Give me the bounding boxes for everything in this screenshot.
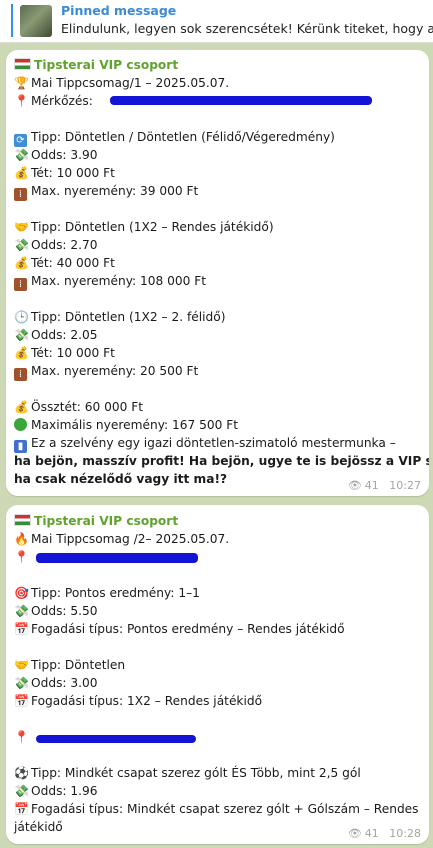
redaction-mark: [36, 553, 198, 563]
eye-icon: 👁: [347, 827, 362, 840]
message-line: 🤝 Tipp: Döntetlen: [14, 658, 126, 672]
message-line: 💰 Tét: 40 000 Ft: [14, 256, 115, 270]
message-meta: 👁 41 10:28: [348, 827, 421, 840]
pin-icon: 📍: [14, 550, 29, 564]
pinned-thumbnail: [20, 5, 52, 37]
money-icon: 💸: [14, 328, 29, 342]
message-meta: 👁 41 10:27: [348, 479, 421, 492]
message-line: 💸 Odds: 5.50: [14, 604, 98, 618]
message-line: 🕒 Tipp: Döntetlen (1X2 – 2. félidő): [14, 310, 226, 324]
calendar-icon: 📅: [14, 694, 29, 708]
message-line: Maximális nyeremény: 167 500 Ft: [14, 416, 423, 434]
message-sender[interactable]: Tipsterai VIP csoport: [14, 56, 423, 74]
message-line: 💰 Tét: 10 000 Ft: [14, 166, 115, 180]
message-line: 💸 Odds: 2.70: [14, 238, 98, 252]
message-line: 🎯 Tipp: Pontos eredmény: 1–1: [14, 586, 200, 600]
message-line: 💰 Össztét: 60 000 Ft: [14, 400, 144, 414]
pinned-text: Elindulunk, legyen sok szerencsétek! Kér…: [61, 21, 433, 36]
message-line: ▮ Ez a szelvény egy igazi döntetlen-szima…: [14, 434, 423, 453]
message-line: ⁞ Max. nyeremény: 108 000 Ft: [14, 272, 423, 291]
message-bubble-2[interactable]: Tipsterai VIP csoport 🔥 Mai Tippcsomag /2…: [6, 505, 429, 844]
pin-icon: 📍: [14, 94, 29, 108]
abacus-icon: ⁞: [14, 278, 27, 291]
message-line: 📅 Fogadási típus: Mindkét csapat szerez g…: [14, 802, 419, 816]
moneybag-icon: 💰: [14, 256, 29, 270]
redaction-mark: [110, 96, 372, 105]
moneybag-icon: 💰: [14, 400, 29, 414]
message-line: 📅 Fogadási típus: 1X2 – Rendes játékidő: [14, 694, 263, 708]
message-line: 💸 Odds: 3.00: [14, 676, 98, 690]
message-sender[interactable]: Tipsterai VIP csoport: [14, 512, 423, 530]
pin-icon: 📍: [14, 730, 29, 744]
money-icon: 💸: [14, 784, 29, 798]
clock-icon: 🕒: [14, 310, 29, 324]
trophy-icon: 🏆: [14, 76, 29, 90]
pinned-message-bar[interactable]: Pinned message Elindulunk, legyen sok sz…: [0, 0, 433, 43]
view-count: 41: [364, 479, 379, 492]
hungary-flag-icon: [14, 58, 31, 70]
message-line: ⚽ Tipp: Mindkét csapat szerez gólt ÉS Töb…: [14, 766, 361, 780]
message-line: ⁞ Max. nyeremény: 20 500 Ft: [14, 362, 423, 381]
handshake-icon: 🤝: [14, 220, 29, 234]
message-line: ⟳ Tipp: Döntetlen / Döntetlen (Félidő/Vég…: [14, 128, 423, 147]
money-icon: 💸: [14, 148, 29, 162]
message-line: 💸 Odds: 2.05: [14, 328, 98, 342]
soccer-ball-icon: ⚽: [14, 766, 29, 780]
money-icon: 💸: [14, 238, 29, 252]
abacus-icon: ⁞: [14, 368, 27, 381]
message-line: 💸 Odds: 1.96: [14, 784, 98, 798]
handshake-icon: 🤝: [14, 658, 29, 672]
pinned-title: Pinned message: [61, 3, 177, 18]
money-icon: 💸: [14, 676, 29, 690]
moneybag-icon: 💰: [14, 346, 29, 360]
message-line: 🤝 Tipp: Döntetlen (1X2 – Rendes játékidő): [14, 220, 274, 234]
calendar-icon: 📅: [14, 802, 29, 816]
message-line: 🏆 Mai Tippcsomag/1 – 2025.05.07.: [14, 76, 230, 90]
money-icon: 💸: [14, 604, 29, 618]
eye-icon: 👁: [347, 479, 362, 492]
message-bubble-1[interactable]: Tipsterai VIP csoport 🏆 Mai Tippcsomag/1 …: [6, 50, 429, 496]
target-icon: 🎯: [14, 586, 29, 600]
redaction-mark: [36, 735, 196, 743]
message-line: ⁞ Max. nyeremény: 39 000 Ft: [14, 182, 423, 201]
message-time: 10:27: [389, 479, 421, 492]
pinned-accent-bar: [11, 4, 13, 37]
message-line: 🔥 Mai Tippcsomag /2– 2025.05.07.: [14, 532, 230, 546]
message-line-bold: ha bejön, masszív profit! Ha bejön, ugye…: [14, 454, 429, 468]
calendar-icon: 📅: [14, 622, 29, 636]
hungary-flag-icon: [14, 514, 31, 526]
message-line: 💰 Tét: 10 000 Ft: [14, 346, 115, 360]
green-circle-icon: [14, 418, 27, 431]
message-time: 10:28: [389, 827, 421, 840]
fire-icon: 🔥: [14, 532, 29, 546]
message-line: 📅 Fogadási típus: Pontos eredmény – Rende…: [14, 622, 345, 636]
moneybag-icon: 💰: [14, 166, 29, 180]
message-line: 💸 Odds: 3.90: [14, 148, 98, 162]
view-count: 41: [364, 827, 379, 840]
abacus-icon: ⁞: [14, 188, 27, 201]
